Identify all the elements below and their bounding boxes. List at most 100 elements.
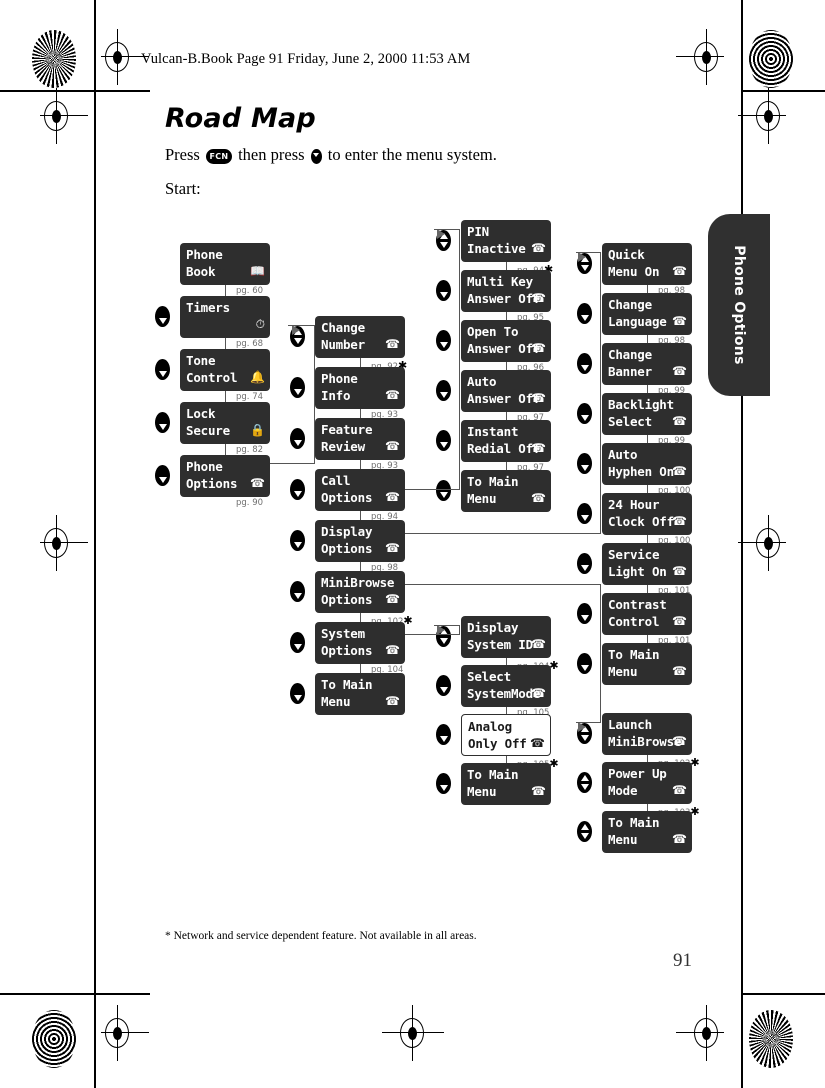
- menu-item-box[interactable]: Display Options ☎: [315, 520, 405, 562]
- nav-down-icon[interactable]: [290, 479, 305, 500]
- phone-icon: ☎: [531, 686, 546, 700]
- menu-item-box[interactable]: To Main Menu ☎: [461, 763, 551, 805]
- phone-icon: ☎: [531, 637, 546, 651]
- menu-item-line1: Phone: [321, 371, 358, 386]
- menu-item-box[interactable]: To Main Menu ☎: [602, 811, 692, 853]
- menu-item-box[interactable]: Display System ID ☎: [461, 616, 551, 658]
- phone-icon: ☎: [672, 664, 687, 678]
- nav-down-icon[interactable]: [436, 280, 451, 301]
- nav-down-icon[interactable]: [155, 306, 170, 327]
- menu-item-box[interactable]: 24 Hour Clock Off ☎: [602, 493, 692, 535]
- nav-down-icon[interactable]: [577, 403, 592, 424]
- nav-down-icon[interactable]: [290, 428, 305, 449]
- connector-branch-call-options-entry: [434, 229, 460, 231]
- phone-icon: ☎: [672, 464, 687, 478]
- nav-down-icon[interactable]: [577, 553, 592, 574]
- nav-down-icon[interactable]: [290, 683, 305, 704]
- menu-item-box[interactable]: To Main Menu ☎: [315, 673, 405, 715]
- nav-down-icon[interactable]: [436, 380, 451, 401]
- nav-down-icon[interactable]: [155, 359, 170, 380]
- nav-down-icon[interactable]: [290, 581, 305, 602]
- phone-icon: ☎: [385, 592, 400, 606]
- menu-item-box[interactable]: System Options ☎: [315, 622, 405, 664]
- menu-item-box[interactable]: Change Banner ☎: [602, 343, 692, 385]
- nav-down-icon[interactable]: [436, 430, 451, 451]
- connector-branch-minibrowse-entry: [576, 722, 601, 724]
- page-reference-label: pg. 60: [236, 286, 264, 296]
- menu-item-box[interactable]: To Main Menu ☎: [602, 643, 692, 685]
- menu-item-line2: Book: [186, 264, 216, 279]
- menu-item-line2: Options: [321, 490, 373, 505]
- menu-item-line2: Answer Off: [467, 341, 541, 356]
- page-number-folio: 91: [673, 950, 692, 971]
- menu-item-box[interactable]: Change Number ☎: [315, 316, 405, 358]
- menu-item-line2: SystemMode: [467, 686, 541, 701]
- connector-line-vertical: [647, 585, 649, 593]
- menu-item-line2: Language: [608, 314, 667, 329]
- menu-item-box[interactable]: Timers ⏱: [180, 296, 270, 338]
- nav-down-icon[interactable]: [436, 675, 451, 696]
- menu-item-line2: System ID: [467, 637, 533, 652]
- menu-item-box[interactable]: MiniBrowse Options ☎: [315, 571, 405, 613]
- menu-item-box[interactable]: Instant Redial Off ☎: [461, 420, 551, 462]
- nav-down-icon[interactable]: [577, 603, 592, 624]
- nav-up-down-icon[interactable]: [577, 821, 592, 842]
- menu-item-box[interactable]: Phone Info ☎: [315, 367, 405, 409]
- menu-item-box[interactable]: Quick Menu On ☎: [602, 243, 692, 285]
- menu-item-line2: Options: [186, 476, 238, 491]
- nav-down-icon[interactable]: [577, 653, 592, 674]
- nav-down-icon[interactable]: [436, 773, 451, 794]
- menu-item-box[interactable]: Phone Options ☎: [180, 455, 270, 497]
- menu-item-box[interactable]: Analog Only Off ☎: [461, 714, 551, 756]
- nav-down-icon[interactable]: [436, 480, 451, 501]
- menu-item-box[interactable]: Service Light On ☎: [602, 543, 692, 585]
- menu-item-line1: Change: [321, 320, 365, 335]
- phone-icon: ☎: [672, 364, 687, 378]
- nav-down-icon[interactable]: [436, 330, 451, 351]
- page-reference-label: pg. 90: [236, 498, 264, 508]
- menu-item-box[interactable]: Contrast Control ☎: [602, 593, 692, 635]
- connector-branch-minibrowse-options: [405, 584, 601, 586]
- nav-up-down-icon[interactable]: [577, 772, 592, 793]
- menu-item-box[interactable]: Power Up Mode ☎: [602, 762, 692, 804]
- menu-item-line1: System: [321, 626, 365, 641]
- menu-item-box[interactable]: Change Language ☎: [602, 293, 692, 335]
- connector-branch-call-options-riser: [459, 229, 461, 490]
- page-reference-label: pg. 82: [236, 445, 264, 455]
- menu-item-box[interactable]: Auto Answer Off ☎: [461, 370, 551, 412]
- menu-item-box[interactable]: Open To Answer Off ☎: [461, 320, 551, 362]
- nav-down-icon[interactable]: [290, 377, 305, 398]
- menu-item-box[interactable]: Select SystemMode ☎: [461, 665, 551, 707]
- connector-branch-display-options: [405, 533, 601, 535]
- nav-down-icon[interactable]: [577, 353, 592, 374]
- menu-item-box[interactable]: Tone Control 🔔: [180, 349, 270, 391]
- menu-item-line1: Instant: [467, 424, 519, 439]
- menu-item-box[interactable]: Backlight Select ☎: [602, 393, 692, 435]
- connector-line-vertical: [360, 562, 362, 571]
- menu-item-box[interactable]: To Main Menu ☎: [461, 470, 551, 512]
- connector-branch-minibrowse-riser: [600, 584, 602, 723]
- menu-item-box[interactable]: PIN Inactive ☎: [461, 220, 551, 262]
- nav-down-icon[interactable]: [155, 465, 170, 486]
- phone-icon: ☎: [672, 314, 687, 328]
- menu-item-box[interactable]: Feature Review ☎: [315, 418, 405, 460]
- menu-item-box[interactable]: Lock Secure 🔒: [180, 402, 270, 444]
- menu-item-box[interactable]: Auto Hyphen On ☎: [602, 443, 692, 485]
- menu-item-box[interactable]: Phone Book 📖: [180, 243, 270, 285]
- menu-item-box[interactable]: Call Options ☎: [315, 469, 405, 511]
- nav-down-icon[interactable]: [155, 412, 170, 433]
- nav-down-icon[interactable]: [577, 303, 592, 324]
- nav-down-icon[interactable]: [577, 503, 592, 524]
- menu-item-box[interactable]: Multi Key Answer Off ☎: [461, 270, 551, 312]
- page-reference: pg. 74: [236, 392, 263, 402]
- nav-down-icon[interactable]: [290, 530, 305, 551]
- nav-down-icon[interactable]: [290, 632, 305, 653]
- connector-line-vertical: [647, 285, 649, 293]
- menu-item-box[interactable]: Launch MiniBrowse ☎: [602, 713, 692, 755]
- connector-line-vertical: [647, 485, 649, 493]
- menu-item-line2: Banner: [608, 364, 652, 379]
- connector-branch-phone-options-entry: [288, 325, 315, 327]
- nav-down-icon[interactable]: [436, 724, 451, 745]
- menu-item-line1: Analog: [468, 719, 512, 734]
- nav-down-icon[interactable]: [577, 453, 592, 474]
